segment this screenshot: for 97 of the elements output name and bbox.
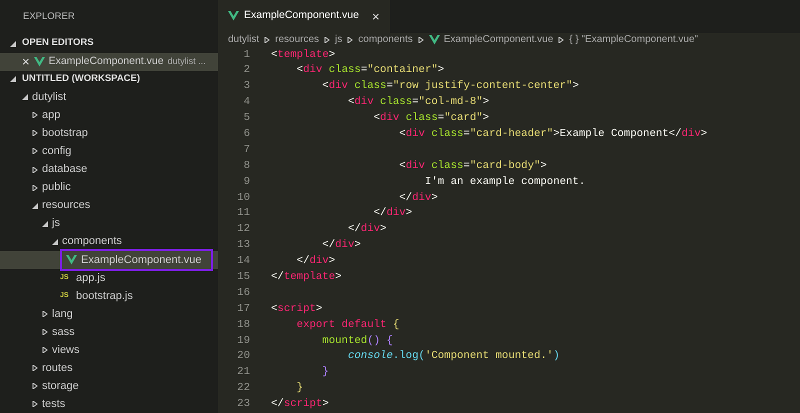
breadcrumb-item[interactable]: resources [275, 32, 320, 48]
line-number: 11 [236, 206, 250, 222]
collapsed-icon[interactable] [42, 346, 48, 353]
tree-item[interactable]: storage [42, 378, 79, 394]
code-line: </div> [398, 190, 438, 206]
line-number: 3 [242, 79, 250, 94]
code-line: <div class="row justify-content-center"> [321, 79, 579, 94]
code-line: <script> [271, 302, 322, 317]
tree-item[interactable]: config [42, 143, 72, 160]
code-line: </template> [271, 270, 342, 285]
chevron-icon [264, 36, 270, 43]
code-line: <div class="card"> [372, 111, 490, 126]
line-number: 4 [242, 95, 250, 110]
line-number: 10 [236, 190, 250, 206]
chevron-icon [324, 36, 330, 43]
collapsed-icon[interactable] [42, 328, 48, 335]
collapsed-icon[interactable] [32, 130, 38, 136]
chevron-icon [418, 36, 424, 43]
collapsed-icon[interactable] [32, 166, 38, 173]
line-number: 8 [242, 158, 250, 174]
line-number: 5 [242, 111, 250, 126]
line-number: 19 [236, 334, 250, 349]
close-icon[interactable]: × [372, 6, 380, 26]
line-number: 16 [236, 286, 250, 301]
collapsed-icon[interactable] [32, 401, 38, 408]
code-line: export default { [296, 318, 400, 333]
vue-file-icon [34, 56, 45, 67]
code-line: </div> [296, 254, 336, 270]
breadcrumb-item[interactable]: ExampleComponent.vue [428, 32, 554, 48]
explorer-title: EXPLORER [22, 10, 76, 24]
code-line: <div class="col-md-8"> [346, 95, 490, 110]
collapsed-icon[interactable] [42, 310, 48, 317]
line-number: 15 [236, 270, 250, 285]
tree-item[interactable]: lang [52, 306, 73, 322]
line-number: 17 [236, 302, 250, 317]
collapsed-icon[interactable] [32, 148, 38, 154]
tree-item[interactable]: views [52, 342, 80, 358]
expanded-icon[interactable] [32, 202, 38, 209]
line-number: 21 [236, 365, 250, 380]
line-number: 7 [242, 142, 250, 158]
line-number: 6 [242, 126, 250, 142]
section-title: UNTITLED (WORKSPACE) [22, 72, 140, 86]
expanded-icon[interactable] [42, 220, 48, 227]
line-number: 23 [236, 397, 250, 412]
code-line: <div class="card-header">Example Component</div> [398, 126, 708, 142]
expanded-icon[interactable] [22, 94, 28, 100]
line-number: 12 [236, 222, 250, 238]
line-number: 14 [236, 254, 250, 270]
section-title: OPEN EDITORS [22, 36, 94, 50]
tree-item[interactable]: public [42, 179, 71, 196]
code-line: console.log('Component mounted.') [346, 349, 560, 364]
expanded-icon[interactable] [10, 40, 16, 47]
line-number: 18 [236, 318, 250, 333]
expanded-icon[interactable] [10, 76, 16, 82]
collapsed-icon[interactable] [32, 184, 38, 191]
tree-item[interactable]: bootstrap [42, 125, 88, 142]
chevron-icon [347, 36, 354, 43]
vue-file-icon [66, 254, 77, 265]
code-line: </div> [346, 222, 386, 238]
code-line: <div class="container"> [296, 63, 444, 78]
line-number: 9 [242, 174, 250, 190]
tree-item[interactable]: resources [42, 197, 90, 214]
breadcrumb-item[interactable]: dutylist [228, 32, 260, 48]
code-line: mounted() { [321, 334, 393, 349]
breadcrumb-item[interactable]: js [335, 32, 342, 48]
code-line: I'm an example component. [424, 174, 586, 190]
line-number: 1 [242, 48, 250, 63]
expanded-icon[interactable] [52, 238, 58, 245]
line-number: 2 [242, 63, 250, 78]
code-line: <div class="card-body"> [398, 158, 547, 174]
code-line: } [296, 381, 304, 396]
tree-item[interactable]: app [42, 107, 60, 124]
tree-item[interactable]: sass [52, 324, 75, 340]
vue-file-icon [228, 11, 239, 22]
code-line: </div> [372, 206, 412, 222]
tree-item[interactable]: dutylist [32, 89, 66, 106]
editor-tab[interactable]: ExampleComponent.vue × [218, 0, 390, 33]
collapsed-icon[interactable] [32, 383, 38, 390]
breadcrumb-item[interactable]: { } "ExampleComponent.vue" [569, 32, 698, 48]
tree-item[interactable]: tests [42, 396, 66, 412]
chevron-icon [558, 36, 564, 43]
breadcrumb-item[interactable]: components [358, 32, 413, 48]
tree-item[interactable]: routes [42, 360, 73, 376]
open-editor-item[interactable]: × ExampleComponent.vue dutylist ... [0, 52, 218, 71]
line-number: 22 [236, 381, 250, 396]
tree-item[interactable]: js [52, 215, 60, 232]
line-number: 20 [236, 349, 250, 364]
code-line: </script> [271, 397, 329, 412]
collapsed-icon[interactable] [32, 112, 38, 118]
line-number: 13 [236, 238, 250, 254]
tree-item[interactable]: components [62, 233, 122, 250]
collapsed-icon[interactable] [32, 365, 38, 372]
tree-item[interactable]: database [42, 161, 88, 178]
code-line: } [321, 365, 329, 380]
code-line: <template> [271, 48, 336, 63]
code-line: </div> [321, 238, 361, 254]
close-icon[interactable]: × [22, 52, 30, 72]
